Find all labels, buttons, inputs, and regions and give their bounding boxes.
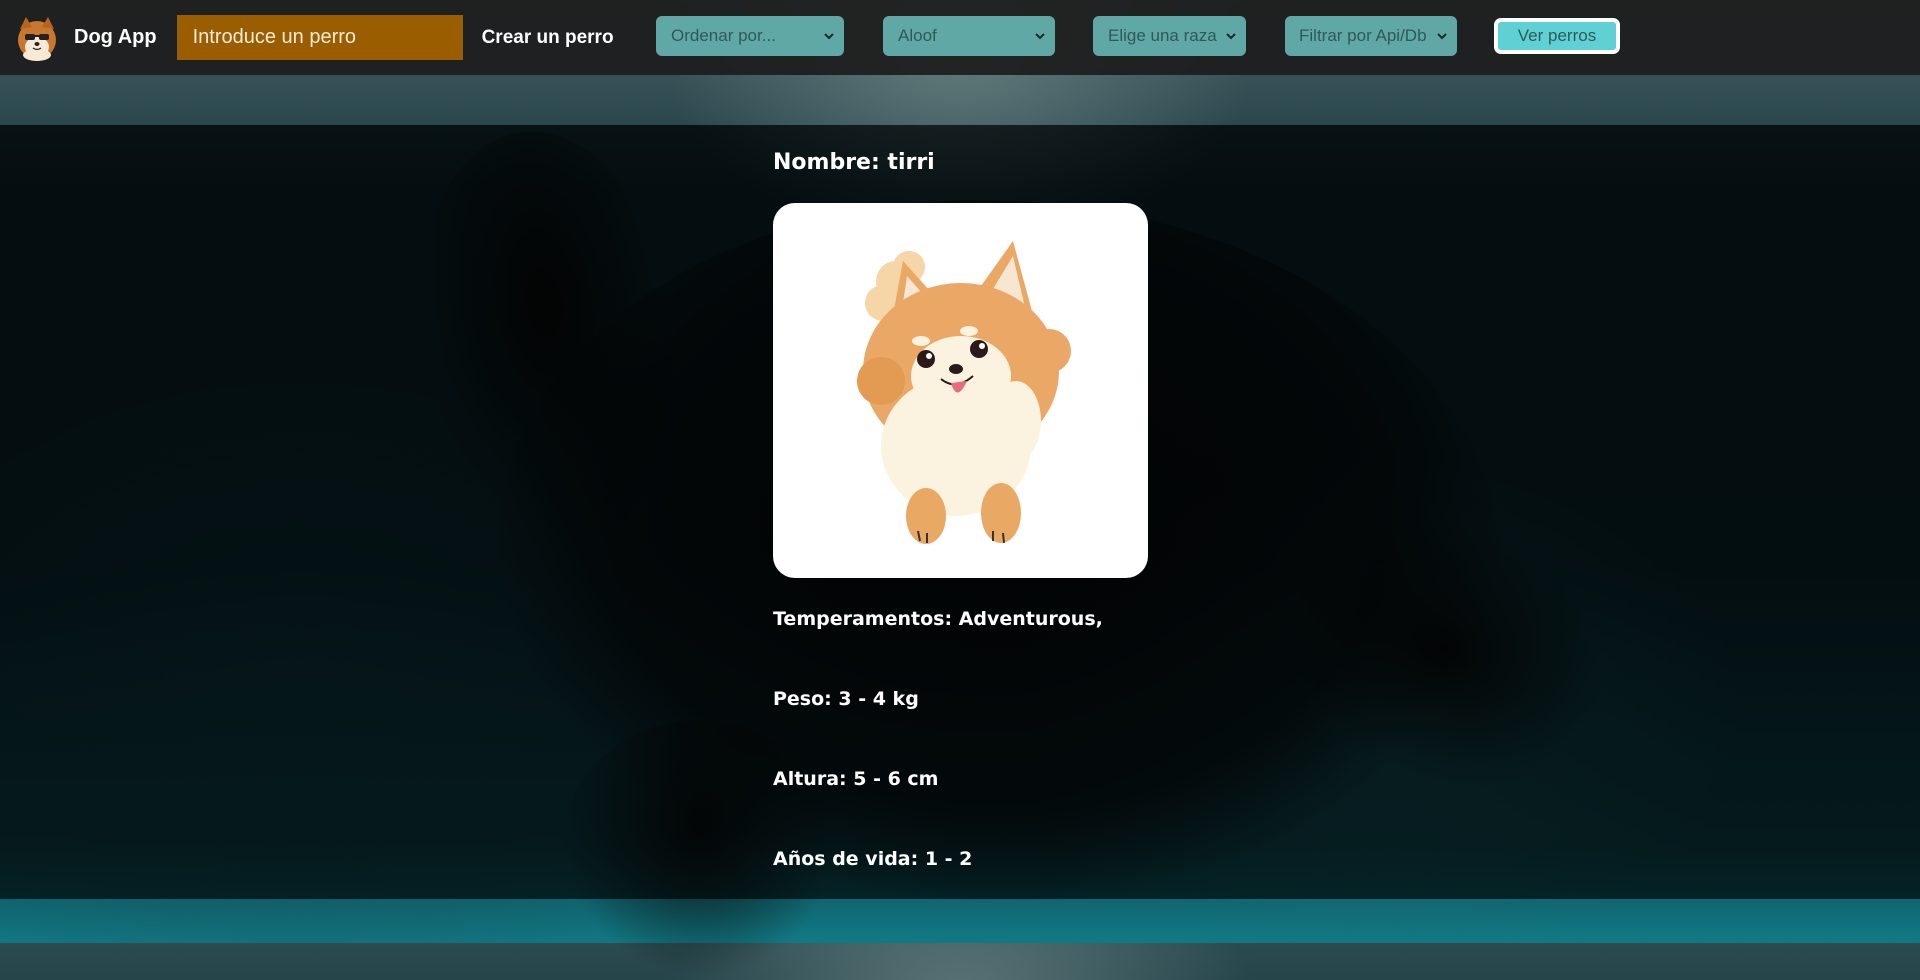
- brand-name: Dog App: [74, 26, 157, 48]
- source-filter-value: Filtrar por Api/Db: [1299, 26, 1427, 45]
- chevron-down-icon: [1437, 33, 1447, 40]
- temperament-select[interactable]: Aloof: [883, 16, 1055, 56]
- search-input[interactable]: [176, 15, 463, 60]
- sort-select-value: Ordenar por...: [671, 26, 776, 45]
- temperament-select-value: Aloof: [898, 26, 937, 45]
- navbar: Dog App Crear un perro Ordenar por... Al…: [0, 0, 1920, 75]
- dog-height: Altura: 5 - 6 cm: [773, 768, 939, 790]
- header-band: [0, 75, 1920, 125]
- detail-panel: Nombre: tirri Temperamentos: Adventurous…: [0, 125, 1920, 899]
- chevron-down-icon: [1035, 33, 1045, 40]
- create-dog-link[interactable]: Crear un perro: [482, 27, 614, 49]
- dog-image-card: [773, 203, 1148, 578]
- chevron-down-icon: [1226, 33, 1236, 40]
- pomeranian-illustration-icon: [856, 240, 1071, 544]
- view-dogs-button[interactable]: Ver perros: [1494, 18, 1620, 54]
- breed-select-value: Elige una raza: [1108, 26, 1217, 45]
- pomeranian-logo-icon: [18, 16, 56, 61]
- source-filter-select[interactable]: Filtrar por Api/Db: [1285, 16, 1457, 56]
- dog-name: Nombre: tirri: [773, 150, 935, 175]
- dog-life-span: Años de vida: 1 - 2: [773, 848, 973, 870]
- brand[interactable]: Dog App: [14, 15, 157, 61]
- dog-temperaments: Temperamentos: Adventurous,: [773, 608, 1103, 630]
- dog-weight: Peso: 3 - 4 kg: [773, 688, 919, 710]
- chevron-down-icon: [824, 33, 834, 40]
- sort-select[interactable]: Ordenar por...: [656, 16, 844, 56]
- breed-select[interactable]: Elige una raza: [1093, 16, 1246, 56]
